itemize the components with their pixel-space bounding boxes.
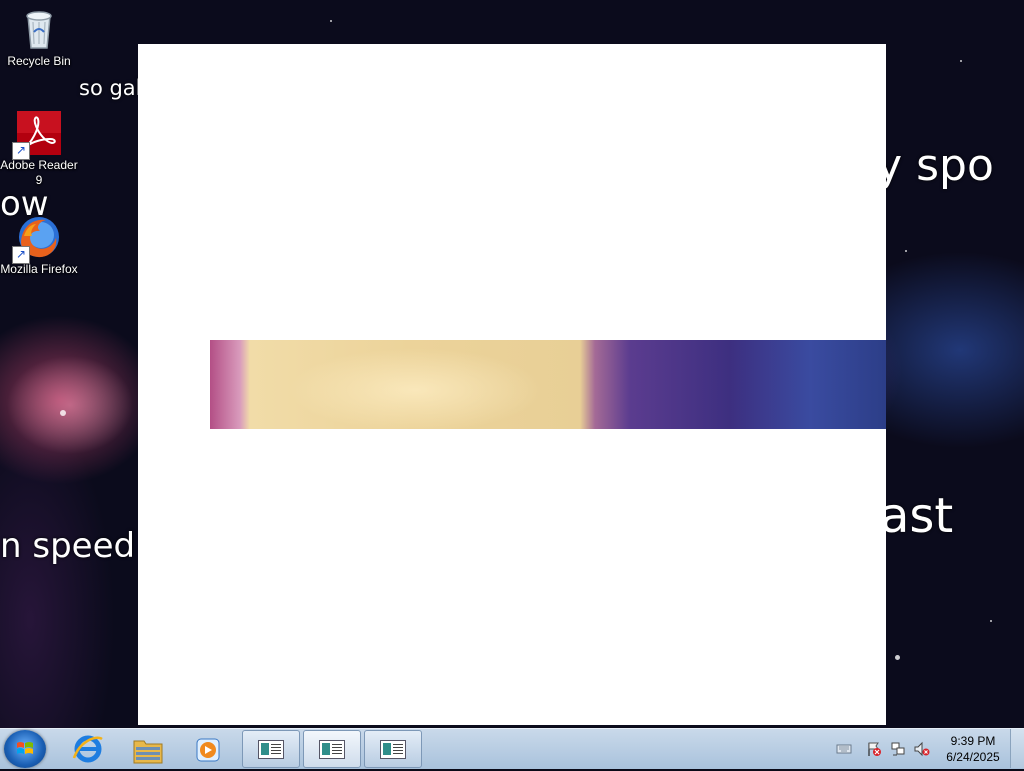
wallpaper-star — [990, 620, 992, 622]
taskbar-task-window[interactable] — [242, 730, 300, 768]
desktop-icon-recycle-bin[interactable]: Recycle Bin — [0, 6, 78, 69]
cat-fur-image — [245, 340, 590, 429]
windows-start-icon — [17, 742, 33, 754]
firefox-icon: ↗ — [12, 214, 62, 264]
adobe-reader-icon: ↗ — [12, 110, 62, 160]
taskbar-task-window[interactable] — [303, 730, 361, 768]
recycle-bin-icon — [16, 6, 62, 52]
wallpaper-text: so gal — [79, 76, 142, 100]
clock-time: 9:39 PM — [950, 734, 996, 748]
document-window-icon — [319, 740, 345, 759]
wallpaper-star — [895, 655, 900, 660]
clock-date: 6/24/2025 — [946, 750, 1000, 764]
volume-muted-icon[interactable] — [914, 741, 930, 757]
document-window-icon — [258, 740, 284, 759]
wallpaper-star — [330, 20, 332, 22]
internet-explorer-icon — [72, 735, 103, 763]
start-button[interactable] — [4, 730, 46, 768]
taskbar-pinned-internet-explorer[interactable] — [62, 731, 114, 767]
show-desktop-button[interactable] — [1010, 729, 1024, 768]
action-center-flag-icon[interactable] — [866, 741, 882, 757]
wallpaper-text: n speed — [0, 526, 136, 566]
wallpaper-star — [60, 410, 66, 416]
system-clock[interactable]: 9:39 PM 6/24/2025 — [940, 733, 1006, 765]
desktop-icon-label: Mozilla Firefox — [0, 262, 78, 276]
taskbar: 9:39 PM 6/24/2025 — [0, 728, 1024, 769]
desktop-icon-label: Recycle Bin — [7, 54, 71, 68]
desktop-icon-adobe-reader[interactable]: ↗ Adobe Reader 9 — [0, 110, 78, 188]
wallpaper-star — [905, 250, 907, 252]
taskbar-pinned-media-player[interactable] — [182, 731, 234, 767]
taskbar-pinned-windows-explorer[interactable] — [122, 731, 174, 767]
wallpaper-text: ast — [880, 488, 954, 544]
shortcut-arrow-icon: ↗ — [12, 142, 30, 160]
wallpaper-cat-fur-strip — [210, 340, 886, 429]
desktop-icon-firefox[interactable]: ↗ Mozilla Firefox — [0, 214, 78, 277]
windows-explorer-icon — [133, 740, 163, 764]
document-window-icon — [380, 740, 406, 759]
taskbar-task-window[interactable] — [364, 730, 422, 768]
media-player-icon — [196, 738, 220, 762]
network-icon[interactable] — [890, 741, 906, 757]
wallpaper-star — [960, 60, 962, 62]
keyboard-icon[interactable] — [836, 741, 852, 757]
desktop-icon-label: Adobe Reader 9 — [0, 158, 78, 187]
shortcut-arrow-icon: ↗ — [12, 246, 30, 264]
